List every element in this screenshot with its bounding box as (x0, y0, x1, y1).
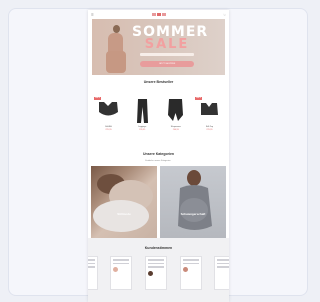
category-label: Schwangerschaft (180, 212, 206, 216)
product-image (127, 97, 157, 124)
header-nav: ☰ ♡ (88, 10, 229, 19)
review-card[interactable] (214, 256, 229, 290)
product-image: SALE (194, 97, 224, 124)
brand-logo[interactable] (151, 13, 166, 16)
category-tile[interactable]: Stillmode (91, 166, 157, 238)
hero-model-image (102, 23, 130, 75)
product-card[interactable]: Leggings €39,95 (127, 97, 157, 131)
review-card[interactable] (110, 256, 132, 290)
sale-badge: SALE (194, 97, 203, 100)
bestseller-title: Unsere Bestseller (143, 80, 174, 84)
cart-icon[interactable]: ♡ (223, 13, 226, 17)
product-image: SALE (94, 97, 123, 124)
webpage-preview: ☰ ♡ SOMMER SALE JETZT SHOPPEN Unsere Bes… (88, 10, 229, 302)
categories-subtitle: Entdecke unsere Kategorien (145, 160, 171, 162)
reviews-section: Kundenstimmen (88, 238, 229, 302)
product-price: €29,95 (206, 128, 213, 131)
product-grid: SALE Still-BH €29,95 Leggings €39,95 Sha… (94, 97, 224, 131)
hero-shop-button[interactable]: JETZT SHOPPEN (140, 61, 194, 67)
product-card[interactable]: SALE Still-BH €29,95 (94, 97, 123, 131)
product-price: €29,95 (105, 128, 112, 131)
product-price: €44,95 (172, 128, 179, 131)
category-tile[interactable]: Schwangerschaft (160, 166, 226, 238)
category-image (178, 170, 212, 230)
product-price: €39,95 (139, 128, 146, 131)
category-image (93, 174, 153, 232)
category-label: Stillmode (117, 212, 131, 216)
review-card[interactable] (145, 256, 167, 290)
menu-icon[interactable]: ☰ (91, 13, 94, 17)
product-image (161, 97, 191, 124)
review-card[interactable] (88, 256, 98, 290)
categories-title: Unsere Kategorien (142, 152, 175, 156)
hero-sale-label: SALE (144, 37, 190, 52)
hero-banner[interactable]: SOMMER SALE JETZT SHOPPEN (92, 19, 225, 75)
hero-subtitle (140, 53, 194, 56)
reviews-title: Kundenstimmen (144, 246, 173, 250)
review-card[interactable] (180, 256, 202, 290)
sale-badge: SALE (94, 97, 102, 100)
product-card[interactable]: Shapewear €44,95 (161, 97, 191, 131)
product-card[interactable]: SALE Still-Top €29,95 (194, 97, 224, 131)
